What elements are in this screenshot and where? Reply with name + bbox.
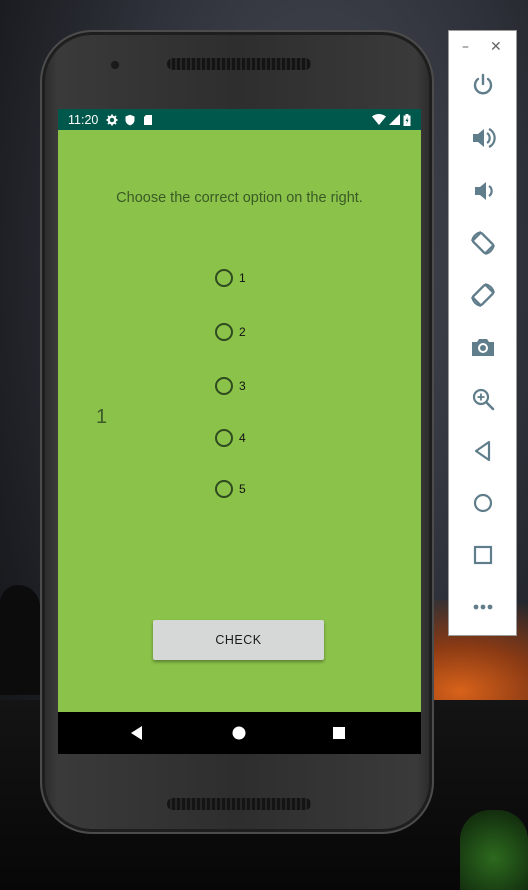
option-label: 2 bbox=[239, 325, 246, 339]
option-4[interactable]: 4 bbox=[215, 429, 246, 447]
status-bar: 11:20 bbox=[58, 109, 421, 130]
wifi-icon bbox=[372, 114, 386, 125]
rotate-right-icon[interactable] bbox=[469, 281, 497, 309]
status-time: 11:20 bbox=[68, 112, 99, 127]
power-icon[interactable] bbox=[469, 71, 497, 99]
top-speaker bbox=[167, 58, 311, 70]
home-icon[interactable] bbox=[469, 489, 497, 517]
option-1[interactable]: 1 bbox=[215, 269, 246, 287]
back-icon[interactable] bbox=[128, 724, 146, 742]
recents-icon[interactable] bbox=[330, 724, 348, 742]
rotate-left-icon[interactable] bbox=[469, 229, 497, 257]
option-label: 5 bbox=[239, 482, 246, 496]
option-label: 4 bbox=[239, 431, 246, 445]
home-icon[interactable] bbox=[230, 724, 248, 742]
option-2[interactable]: 2 bbox=[215, 323, 246, 341]
plant-silhouette bbox=[460, 810, 528, 890]
overview-icon[interactable] bbox=[469, 541, 497, 569]
sd-card-icon bbox=[144, 114, 153, 125]
volume-down-icon[interactable] bbox=[469, 177, 497, 205]
front-camera bbox=[111, 61, 119, 69]
radio-button[interactable] bbox=[215, 429, 233, 447]
signal-icon bbox=[389, 114, 400, 125]
instruction-text: Choose the correct option on the right. bbox=[116, 190, 363, 206]
minimize-icon[interactable]: – bbox=[462, 39, 469, 55]
more-icon[interactable] bbox=[469, 593, 497, 621]
radio-button[interactable] bbox=[215, 269, 233, 287]
shield-icon bbox=[125, 114, 135, 125]
radio-button[interactable] bbox=[215, 377, 233, 395]
option-3[interactable]: 3 bbox=[215, 377, 246, 395]
status-right bbox=[372, 113, 411, 126]
bottom-speaker bbox=[167, 798, 311, 810]
phone-frame: 11:20 Choose the correct option on the r… bbox=[40, 30, 434, 834]
check-button[interactable]: CHECK bbox=[153, 620, 324, 660]
battery-icon bbox=[403, 113, 411, 126]
emulator-toolbar: – ✕ bbox=[448, 30, 517, 636]
option-5[interactable]: 5 bbox=[215, 480, 246, 498]
close-icon[interactable]: ✕ bbox=[490, 39, 502, 55]
navigation-bar bbox=[58, 712, 421, 754]
radio-button[interactable] bbox=[215, 323, 233, 341]
zoom-icon[interactable] bbox=[469, 385, 497, 413]
device-screen: 11:20 Choose the correct option on the r… bbox=[58, 109, 421, 754]
option-label: 3 bbox=[239, 379, 246, 393]
settings-icon bbox=[106, 114, 118, 125]
back-icon[interactable] bbox=[469, 437, 497, 465]
option-label: 1 bbox=[239, 271, 246, 285]
left-value: 1 bbox=[96, 406, 108, 428]
camera-icon[interactable] bbox=[469, 333, 497, 361]
tree-silhouette bbox=[0, 585, 40, 695]
volume-up-icon[interactable] bbox=[469, 124, 497, 152]
radio-button[interactable] bbox=[215, 480, 233, 498]
